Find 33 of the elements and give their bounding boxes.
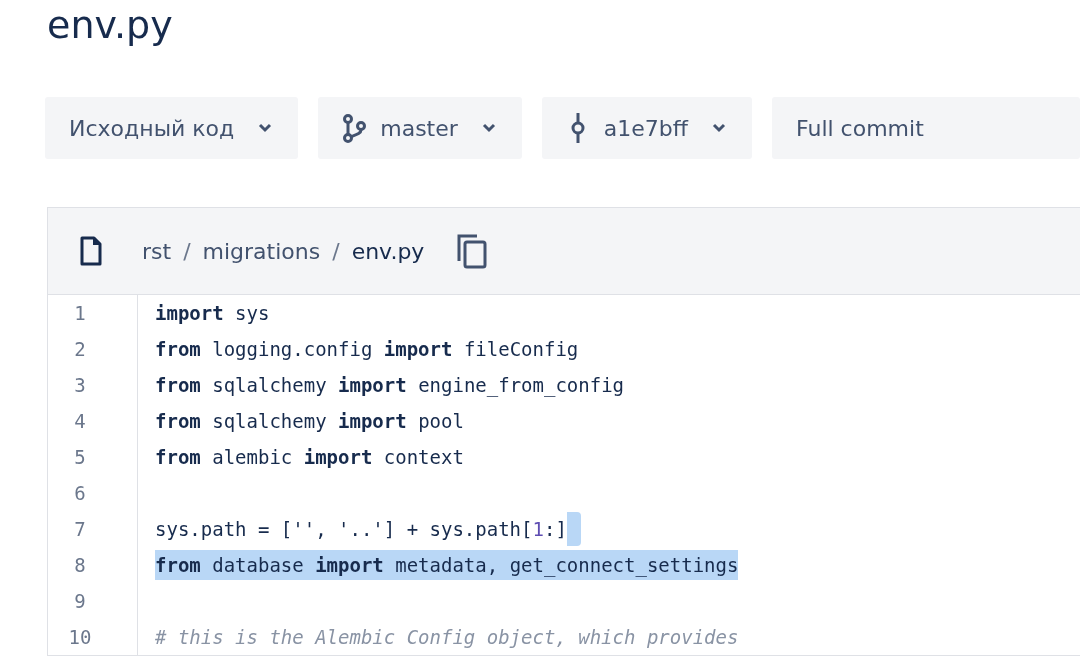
caret-icon [481, 123, 496, 133]
code-line: sys.path = ['', '..'] + sys.path[1:] [155, 517, 567, 542]
breadcrumb-separator: / [332, 238, 340, 264]
file-icon [80, 236, 102, 266]
line-number: 6 [73, 481, 87, 506]
code-line: from sqlalchemy import engine_from_config [155, 373, 625, 399]
code-line: from sqlalchemy import pool [155, 409, 464, 434]
line-number: 1 [73, 301, 87, 326]
line-number: 2 [73, 337, 87, 362]
copy-icon[interactable] [456, 233, 489, 269]
branch-icon [342, 113, 367, 143]
code-line: import sys [155, 301, 270, 326]
line-number: 8 [73, 553, 87, 578]
breadcrumb-link[interactable]: rst [142, 238, 172, 264]
breadcrumb-separator: / [183, 238, 191, 264]
line-number: 4 [73, 409, 87, 434]
line-number: 3 [73, 373, 87, 398]
code-line: from logging.config import fileConfig [155, 337, 579, 362]
dropdown-button[interactable]: Исходный код [45, 97, 299, 159]
dropdown-button[interactable]: master [318, 97, 522, 159]
dropdown-button[interactable]: a1e7bff [541, 97, 752, 159]
file-title: env.py [46, 2, 173, 49]
line-number: 5 [73, 445, 87, 470]
caret-icon [258, 123, 273, 133]
breadcrumb-link[interactable]: migrations [202, 238, 321, 264]
breadcrumb-current: env.py [351, 238, 425, 264]
line-number: 10 [67, 625, 93, 650]
line-number: 7 [73, 517, 87, 542]
code-line: # this is the Alembic Config object, which provides [155, 625, 739, 650]
code-line: from alembic import context [155, 445, 464, 470]
line-number: 9 [73, 589, 87, 614]
caret-icon [712, 123, 726, 133]
toolbar-button[interactable]: Full commit [772, 97, 1080, 159]
